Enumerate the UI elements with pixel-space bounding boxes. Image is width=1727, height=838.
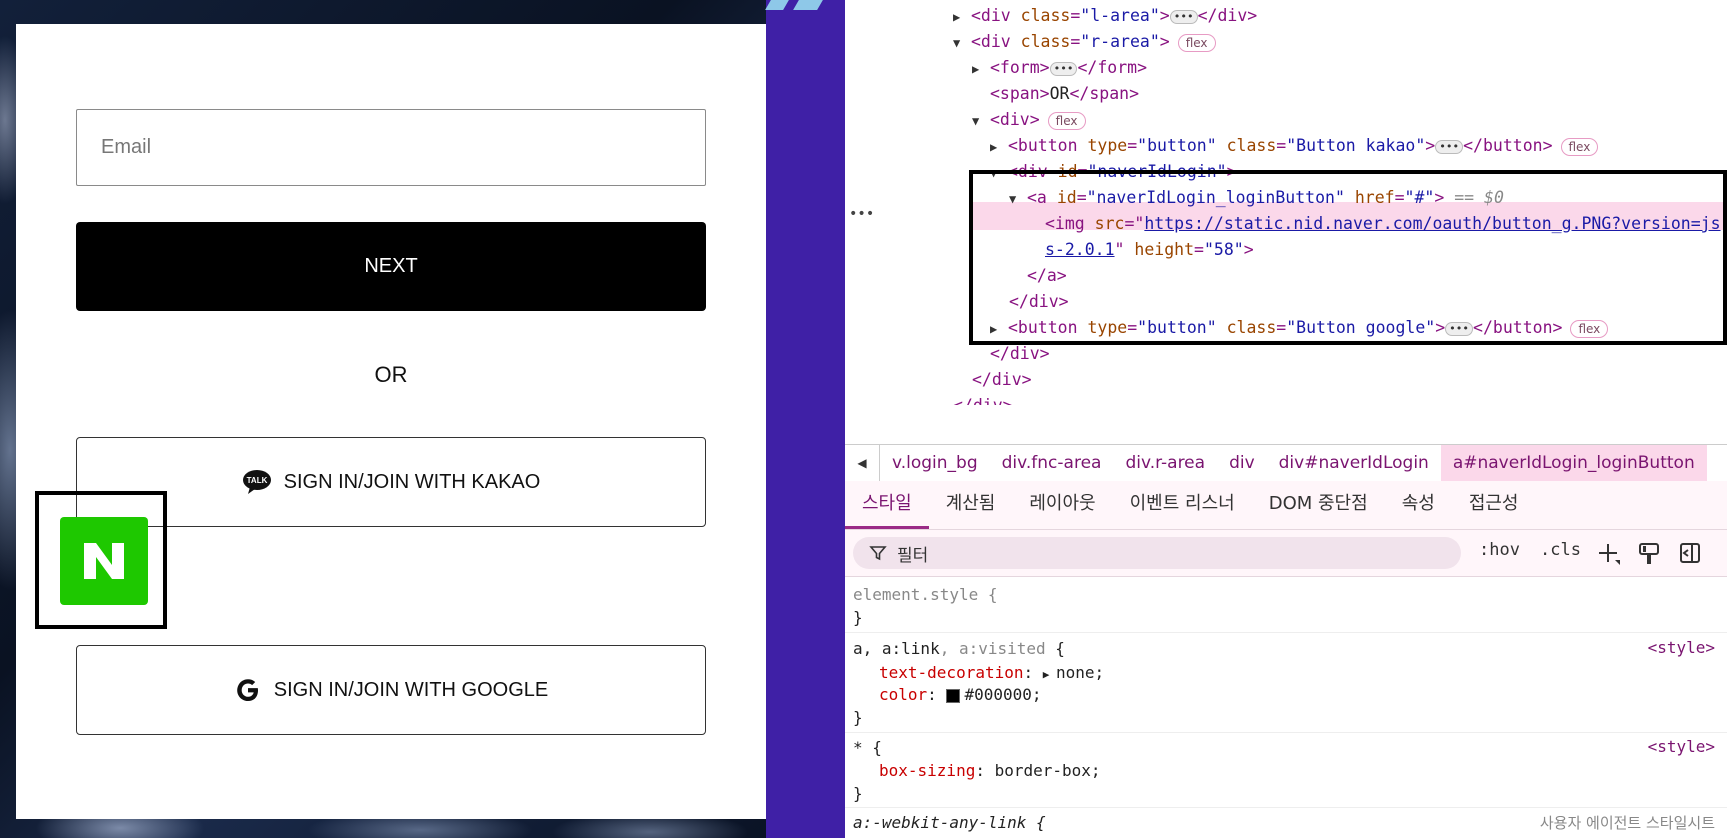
next-button[interactable]: NEXT: [76, 222, 706, 311]
filter-input[interactable]: 필터: [853, 537, 1461, 569]
background-purple-band: [765, 0, 845, 838]
tree-node-l-area[interactable]: ▶ <div class="l-area"> ••• </div>: [953, 3, 1257, 29]
email-field[interactable]: [76, 109, 706, 186]
hov-toggle[interactable]: :hov: [1479, 540, 1520, 560]
tab-properties[interactable]: 속성: [1385, 481, 1452, 529]
login-card: NEXT OR TALK SIGN IN/JOIN WITH KAKAO SIG…: [16, 24, 766, 819]
breadcrumb-item[interactable]: div.r-area: [1113, 453, 1217, 473]
breadcrumb-item[interactable]: v.login_bg: [880, 453, 990, 473]
naver-login-button[interactable]: [60, 517, 148, 605]
element-style-rule[interactable]: element.style {: [853, 584, 998, 606]
flex-badge[interactable]: flex: [1560, 137, 1599, 156]
kakao-login-button[interactable]: TALK SIGN IN/JOIN WITH KAKAO: [76, 437, 706, 527]
flex-badge[interactable]: flex: [1047, 111, 1086, 130]
style-prop-box-sizing[interactable]: box-sizing: border-box;: [879, 760, 1101, 782]
breadcrumb-item-active[interactable]: a#naverIdLogin_loginButton: [1440, 445, 1707, 481]
collapsed-ellipsis[interactable]: •••: [1049, 61, 1078, 76]
tab-accessibility[interactable]: 접근성: [1452, 481, 1536, 529]
universal-rule-selector[interactable]: * {: [853, 737, 882, 759]
tab-event-listeners[interactable]: 이벤트 리스너: [1113, 481, 1252, 529]
tree-node-form[interactable]: ▶ <form> ••• </form>: [972, 55, 1147, 81]
or-divider-label: OR: [374, 362, 408, 387]
breadcrumb-item[interactable]: div.fnc-area: [990, 453, 1114, 473]
styles-tabbar: 스타일 계산됨 레이아웃 이벤트 리스너 DOM 중단점 속성 접근성: [845, 481, 1727, 530]
tree-node-span-or[interactable]: <span>OR</span>: [990, 81, 1139, 107]
toggle-sidebar-icon[interactable]: [1679, 542, 1701, 564]
naver-n-icon: [84, 543, 124, 579]
tab-layout[interactable]: 레이아웃: [1012, 481, 1112, 529]
google-icon: [236, 679, 258, 701]
tab-computed[interactable]: 계산됨: [929, 481, 1013, 529]
flex-badge[interactable]: flex: [1177, 33, 1216, 52]
color-swatch[interactable]: [946, 688, 961, 703]
collapsed-ellipsis[interactable]: •••: [1435, 139, 1464, 154]
collapse-triangle-icon[interactable]: ▼: [953, 30, 971, 56]
breadcrumb-item[interactable]: div: [1217, 453, 1267, 473]
styles-pane: element.style { } a, a:link, a:visited {…: [845, 577, 1727, 838]
expand-triangle-icon[interactable]: ▶: [953, 4, 971, 30]
tab-styles[interactable]: 스타일: [845, 481, 929, 529]
ua-rule-selector[interactable]: a:-webkit-any-link {: [853, 812, 1046, 834]
filter-placeholder: 필터: [897, 545, 929, 566]
paint-brush-icon[interactable]: [1638, 542, 1660, 566]
filter-icon: [869, 546, 887, 561]
cls-toggle[interactable]: .cls: [1540, 540, 1581, 560]
naver-node-highlight-box: [969, 170, 1727, 345]
elements-tree: ••• ▶ <div class="l-area"> ••• </div> ▼ <div…: [845, 0, 1727, 444]
node-actions-ellipsis[interactable]: •••: [849, 206, 874, 222]
expand-triangle-icon[interactable]: ▶: [972, 56, 990, 82]
google-login-label: SIGN IN/JOIN WITH GOOGLE: [273, 678, 549, 701]
svg-text:TALK: TALK: [246, 476, 267, 485]
anchor-rule-selector[interactable]: a, a:link, a:visited {: [853, 638, 1065, 660]
tree-node-div[interactable]: ▼ <div> flex: [972, 107, 1086, 133]
style-source-link[interactable]: <style>: [1648, 638, 1715, 657]
devtools-panel: ••• ▶ <div class="l-area"> ••• </div> ▼ <div…: [845, 0, 1727, 838]
breadcrumb-scroll-left-icon[interactable]: ◀: [845, 445, 880, 481]
google-login-button[interactable]: SIGN IN/JOIN WITH GOOGLE: [76, 645, 706, 735]
style-prop-text-decoration[interactable]: text-decoration: ▶ none;: [879, 662, 1104, 686]
breadcrumb: ◀ v.login_bg div.fnc-area div.r-area div…: [845, 444, 1727, 482]
style-source-link[interactable]: <style>: [1648, 737, 1715, 756]
expand-triangle-icon[interactable]: ▶: [990, 134, 1008, 160]
tree-node-div-close[interactable]: </div>: [953, 393, 1013, 405]
user-agent-stylesheet-label: 사용자 에이전트 스타일시트: [1539, 814, 1715, 832]
kakao-talk-icon: TALK: [242, 470, 271, 494]
new-style-rule-icon[interactable]: [1597, 542, 1621, 566]
breadcrumb-item[interactable]: div#naverIdLogin: [1267, 453, 1441, 473]
tree-node-button-kakao[interactable]: ▶ <button type="button" class="Button kak…: [990, 133, 1599, 160]
tree-node-r-area[interactable]: ▼ <div class="r-area"> flex: [953, 29, 1216, 55]
collapse-triangle-icon[interactable]: ▼: [972, 108, 990, 134]
tab-dom-breakpoints[interactable]: DOM 중단점: [1252, 481, 1385, 529]
tree-node-div-close[interactable]: </div>: [972, 367, 1032, 393]
style-prop-color[interactable]: color: #000000;: [879, 684, 1042, 706]
kakao-login-label: SIGN IN/JOIN WITH KAKAO: [283, 470, 541, 493]
collapsed-ellipsis[interactable]: •••: [1169, 9, 1198, 24]
styles-toolbar: 필터 :hov .cls: [845, 530, 1727, 577]
